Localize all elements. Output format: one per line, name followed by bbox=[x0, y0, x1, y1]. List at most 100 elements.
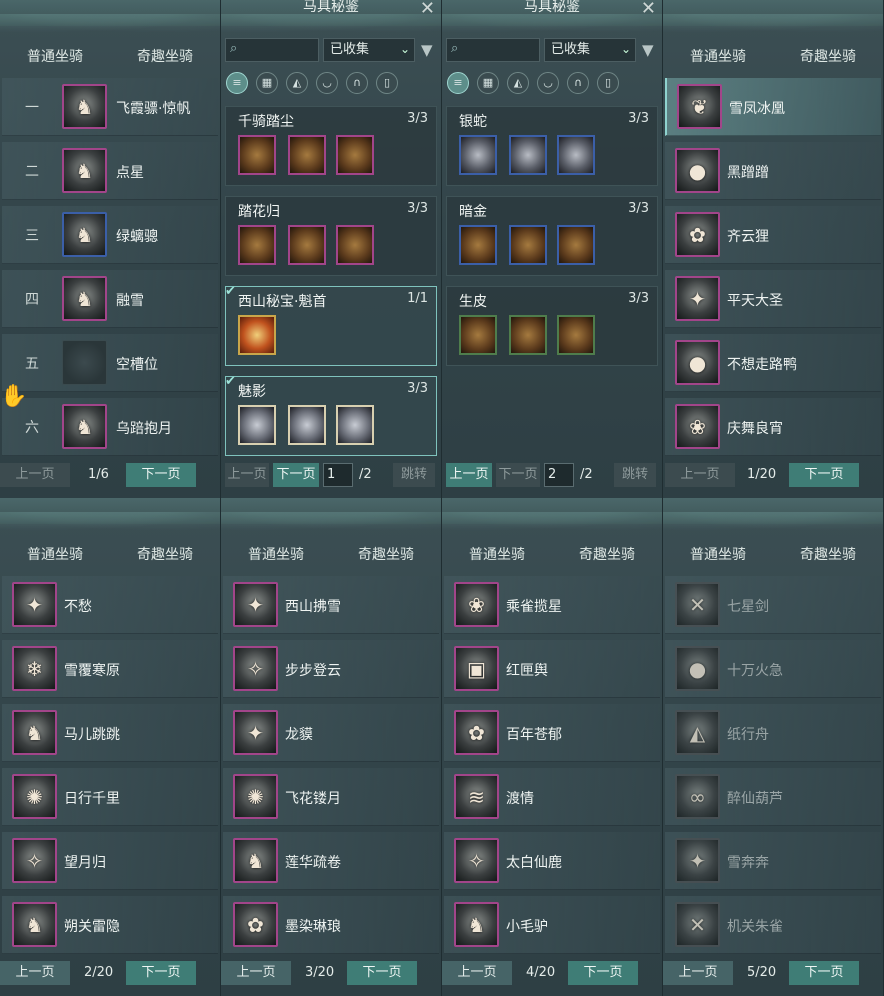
next-page-button[interactable]: 下一页 bbox=[496, 463, 540, 487]
prev-page-button[interactable]: 上一页 bbox=[225, 463, 269, 487]
page-number-input[interactable]: 1 bbox=[323, 463, 353, 487]
mount-row[interactable]: ❄ 雪覆寒原 bbox=[2, 640, 218, 698]
category-horseshoe-icon[interactable]: ∩ bbox=[567, 72, 589, 94]
next-page-button[interactable]: 下一页 bbox=[347, 961, 417, 985]
prev-page-button[interactable]: 上一页 bbox=[663, 961, 733, 985]
page-number-input[interactable]: 2 bbox=[544, 463, 574, 487]
mount-slot-row[interactable]: 三 ♞ 绿螭骢 bbox=[2, 206, 218, 264]
mount-row[interactable]: ♞ 小毛驴 bbox=[444, 896, 660, 954]
mount-row[interactable]: ✕ 机关朱雀 bbox=[665, 896, 881, 954]
tab-fun-mounts[interactable]: 奇趣坐骑 bbox=[579, 544, 635, 564]
tab-normal-mounts[interactable]: 普通坐骑 bbox=[27, 544, 83, 564]
mount-row[interactable]: ◭ 纸行舟 bbox=[665, 704, 881, 762]
search-input[interactable]: ⌕ bbox=[446, 38, 540, 62]
tack-piece-icon[interactable] bbox=[336, 225, 374, 265]
next-page-button[interactable]: 下一页 bbox=[126, 961, 196, 985]
mount-row[interactable]: ✦ 西山拂雪 bbox=[223, 576, 439, 634]
tack-set-card[interactable]: 暗金 3/3 bbox=[446, 196, 658, 276]
prev-page-button[interactable]: 上一页 bbox=[221, 961, 291, 985]
category-armor-icon[interactable]: ▯ bbox=[597, 72, 619, 94]
mount-row[interactable]: ▣ 红匣舆 bbox=[444, 640, 660, 698]
jump-button[interactable]: 跳转 bbox=[393, 463, 435, 487]
tack-piece-icon[interactable] bbox=[238, 135, 276, 175]
mount-row[interactable]: ≋ 渡情 bbox=[444, 768, 660, 826]
tab-normal-mounts[interactable]: 普通坐骑 bbox=[248, 544, 304, 564]
category-all-icon[interactable]: ≡ bbox=[447, 72, 469, 94]
mount-slot-row[interactable]: 二 ♞ 点星 bbox=[2, 142, 218, 200]
category-head-icon[interactable]: ◭ bbox=[507, 72, 529, 94]
next-page-button[interactable]: 下一页 bbox=[126, 463, 196, 487]
mount-row[interactable]: ✿ 百年苍郁 bbox=[444, 704, 660, 762]
tab-fun-mounts[interactable]: 奇趣坐骑 bbox=[800, 46, 856, 66]
next-page-button[interactable]: 下一页 bbox=[568, 961, 638, 985]
tack-piece-icon[interactable] bbox=[288, 135, 326, 175]
category-saddle-icon[interactable]: ◡ bbox=[316, 72, 338, 94]
tab-normal-mounts[interactable]: 普通坐骑 bbox=[27, 46, 83, 66]
category-all-icon[interactable]: ≡ bbox=[226, 72, 248, 94]
prev-page-button[interactable]: 上一页 bbox=[442, 961, 512, 985]
next-page-button[interactable]: 下一页 bbox=[789, 961, 859, 985]
tack-set-card[interactable]: 踏花归 3/3 bbox=[225, 196, 437, 276]
tack-piece-icon[interactable] bbox=[288, 405, 326, 445]
mount-row[interactable]: ✦ 雪奔奔 bbox=[665, 832, 881, 890]
tab-normal-mounts[interactable]: 普通坐骑 bbox=[690, 544, 746, 564]
category-grid-icon[interactable]: ▦ bbox=[256, 72, 278, 94]
mount-slot-row[interactable]: 四 ♞ 融雪 bbox=[2, 270, 218, 328]
mount-row[interactable]: ♞ 莲华疏卷 bbox=[223, 832, 439, 890]
close-icon[interactable]: ✕ bbox=[641, 0, 656, 19]
tack-set-card[interactable]: 银蛇 3/3 bbox=[446, 106, 658, 186]
tack-piece-icon[interactable] bbox=[288, 225, 326, 265]
prev-page-button[interactable]: 上一页 bbox=[0, 463, 70, 487]
mount-slot-row[interactable]: 一 ♞ 飞霞骠·惊帆 bbox=[2, 78, 218, 136]
tack-piece-icon[interactable] bbox=[509, 135, 547, 175]
mount-row[interactable]: ✺ 日行千里 bbox=[2, 768, 218, 826]
category-saddle-icon[interactable]: ◡ bbox=[537, 72, 559, 94]
tab-fun-mounts[interactable]: 奇趣坐骑 bbox=[137, 544, 193, 564]
mount-row[interactable]: ● 不想走路鸭 bbox=[665, 334, 881, 392]
tab-normal-mounts[interactable]: 普通坐骑 bbox=[690, 46, 746, 66]
mount-row[interactable]: ✧ 太白仙鹿 bbox=[444, 832, 660, 890]
mount-row[interactable]: ● 十万火急 bbox=[665, 640, 881, 698]
next-page-button[interactable]: 下一页 bbox=[789, 463, 859, 487]
next-page-button[interactable]: 下一页 bbox=[273, 463, 319, 487]
mount-row[interactable]: ❦ 雪凤冰凰 bbox=[665, 78, 881, 136]
prev-page-button[interactable]: 上一页 bbox=[665, 463, 735, 487]
close-icon[interactable]: ✕ bbox=[420, 0, 435, 19]
tack-piece-icon[interactable] bbox=[459, 225, 497, 265]
tack-piece-icon[interactable] bbox=[557, 315, 595, 355]
tab-fun-mounts[interactable]: 奇趣坐骑 bbox=[358, 544, 414, 564]
tack-piece-icon[interactable] bbox=[238, 225, 276, 265]
collected-filter-select[interactable]: 已收集 ⌄ bbox=[323, 38, 415, 62]
mount-row[interactable]: ✧ 步步登云 bbox=[223, 640, 439, 698]
category-horseshoe-icon[interactable]: ∩ bbox=[346, 72, 368, 94]
tab-fun-mounts[interactable]: 奇趣坐骑 bbox=[137, 46, 193, 66]
mount-row[interactable]: ✕ 七星剑 bbox=[665, 576, 881, 634]
category-armor-icon[interactable]: ▯ bbox=[376, 72, 398, 94]
mount-row[interactable]: ✺ 飞花镂月 bbox=[223, 768, 439, 826]
mount-row[interactable]: ✦ 平天大圣 bbox=[665, 270, 881, 328]
prev-page-button[interactable]: 上一页 bbox=[446, 463, 492, 487]
tack-piece-icon[interactable] bbox=[336, 405, 374, 445]
tack-piece-icon[interactable] bbox=[459, 315, 497, 355]
tack-piece-icon[interactable] bbox=[459, 135, 497, 175]
tack-piece-icon[interactable] bbox=[557, 135, 595, 175]
collected-filter-select[interactable]: 已收集 ⌄ bbox=[544, 38, 636, 62]
tack-piece-icon[interactable] bbox=[509, 225, 547, 265]
search-input[interactable]: ⌕ bbox=[225, 38, 319, 62]
mount-row[interactable]: ❀ 乘雀揽星 bbox=[444, 576, 660, 634]
mount-row[interactable]: ♞ 朔关雷隐 bbox=[2, 896, 218, 954]
mount-row[interactable]: ♞ 马儿跳跳 bbox=[2, 704, 218, 762]
tack-set-card[interactable]: ✔ 西山秘宝·魁首 1/1 bbox=[225, 284, 437, 366]
prev-page-button[interactable]: 上一页 bbox=[0, 961, 70, 985]
mount-slot-row[interactable]: 六 ♞ 乌踣抱月 bbox=[2, 398, 218, 456]
filter-icon[interactable]: ▼ bbox=[421, 41, 433, 59]
mount-row[interactable]: ● 黑蹭蹭 bbox=[665, 142, 881, 200]
mount-row[interactable]: ✿ 墨染琳琅 bbox=[223, 896, 439, 954]
tack-piece-icon[interactable] bbox=[238, 405, 276, 445]
tab-fun-mounts[interactable]: 奇趣坐骑 bbox=[800, 544, 856, 564]
category-head-icon[interactable]: ◭ bbox=[286, 72, 308, 94]
mount-row[interactable]: ✦ 龙貘 bbox=[223, 704, 439, 762]
filter-icon[interactable]: ▼ bbox=[642, 41, 654, 59]
tack-piece-icon[interactable] bbox=[509, 315, 547, 355]
jump-button[interactable]: 跳转 bbox=[614, 463, 656, 487]
